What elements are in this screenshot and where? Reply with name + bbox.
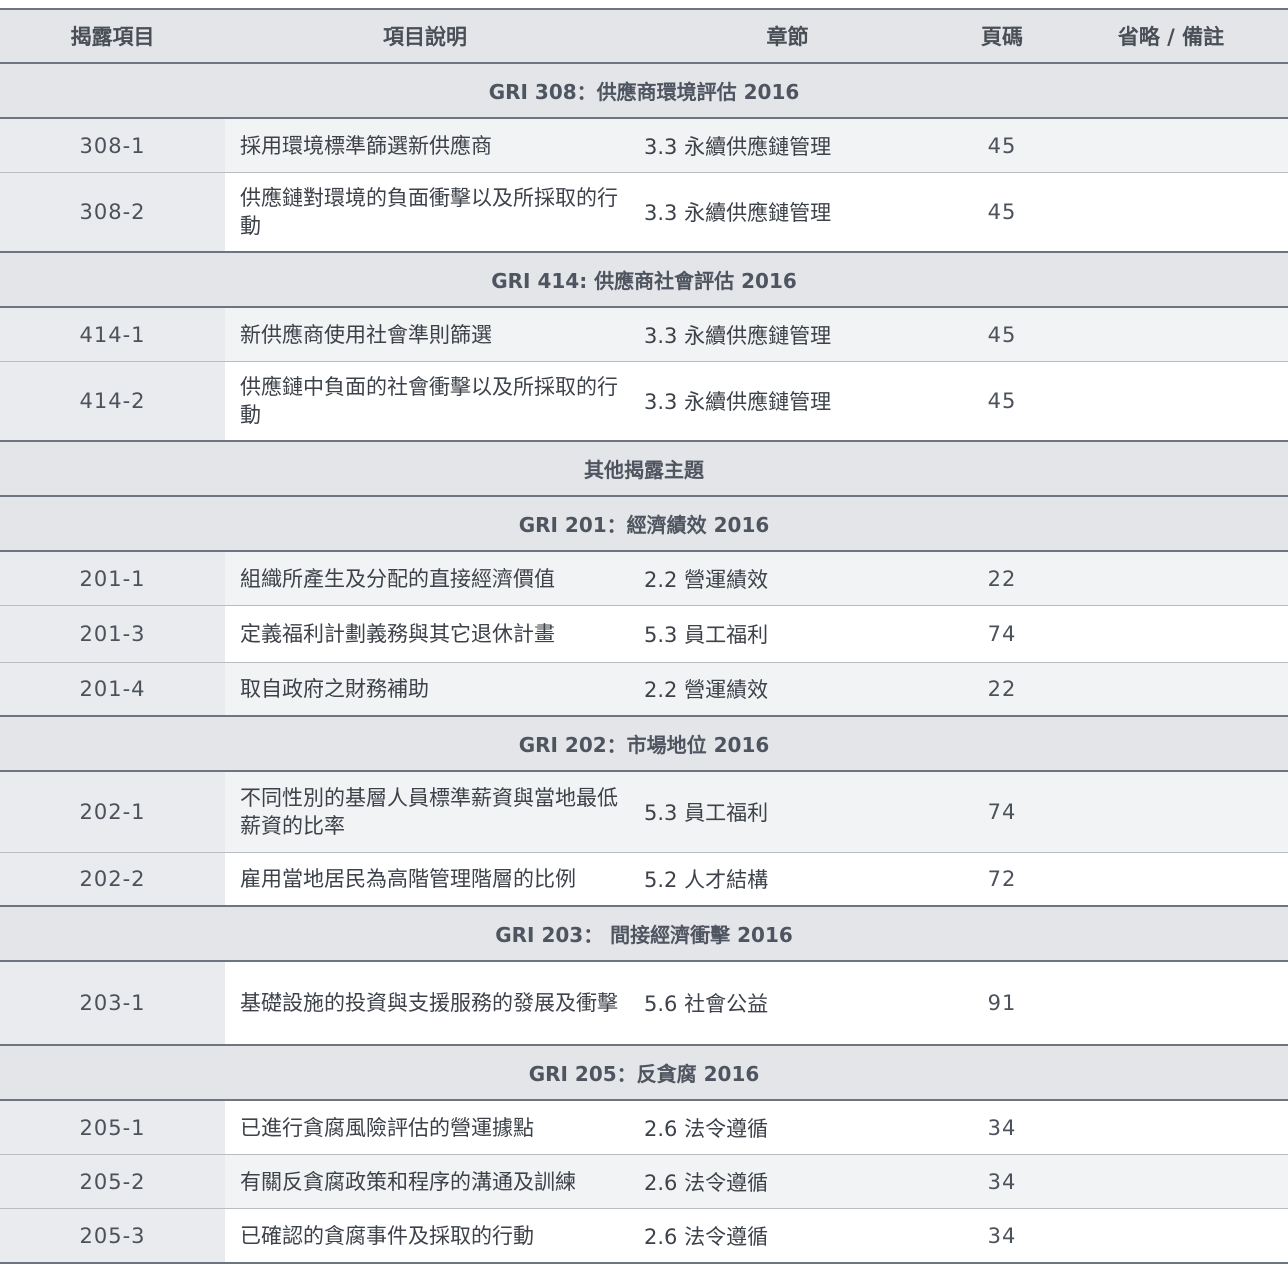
row-chapter: 3.3 永續供應鏈管理 (625, 308, 950, 361)
row-note (1054, 1101, 1288, 1154)
row-chapter: 3.3 永續供應鏈管理 (625, 362, 950, 440)
row-code: 414-2 (0, 362, 225, 440)
row-chapter: 2.6 法令遵循 (625, 1155, 950, 1208)
row-description: 採用環境標準篩選新供應商 (225, 119, 625, 172)
row-description: 取自政府之財務補助 (225, 663, 625, 715)
row-code: 205-2 (0, 1155, 225, 1208)
table-row: 205-2 有關反貪腐政策和程序的溝通及訓練 2.6 法令遵循 34 (0, 1155, 1288, 1209)
table-row: 202-2 雇用當地居民為高階管理階層的比例 5.2 人才結構 72 (0, 853, 1288, 907)
row-code: 202-2 (0, 853, 225, 905)
row-chapter: 5.3 員工福利 (625, 606, 950, 662)
header-note: 省略 / 備註 (1117, 25, 1225, 49)
header-chapter: 章節 (766, 25, 809, 49)
table-row: 414-1 新供應商使用社會準則篩選 3.3 永續供應鏈管理 45 (0, 308, 1288, 362)
row-page: 34 (950, 1155, 1054, 1208)
row-note (1054, 362, 1288, 440)
row-code: 205-3 (0, 1209, 225, 1262)
row-note (1054, 962, 1288, 1044)
table-header-row: 揭露項目 項目說明 章節 頁碼 省略 / 備註 (0, 8, 1288, 64)
row-page: 45 (950, 173, 1054, 251)
row-description: 定義福利計劃義務與其它退休計畫 (225, 606, 625, 662)
section-heading-gri-308: GRI 308：供應商環境評估 2016 (0, 64, 1288, 119)
row-description: 雇用當地居民為高階管理階層的比例 (225, 853, 625, 905)
row-description: 供應鏈中負面的社會衝擊以及所採取的行動 (225, 362, 625, 440)
table-row: 201-1 組織所產生及分配的直接經濟價值 2.2 營運績效 22 (0, 552, 1288, 606)
table-row: 202-1 不同性別的基層人員標準薪資與當地最低薪資的比率 5.3 員工福利 7… (0, 772, 1288, 853)
row-chapter: 3.3 永續供應鏈管理 (625, 173, 950, 251)
row-page: 22 (950, 663, 1054, 715)
table-row: 203-1 基礎設施的投資與支援服務的發展及衝擊 5.6 社會公益 91 (0, 962, 1288, 1046)
gri-index-table: 揭露項目 項目說明 章節 頁碼 省略 / 備註 GRI 308：供應商環境評估 … (0, 8, 1288, 1264)
row-chapter: 5.3 員工福利 (625, 772, 950, 852)
section-heading-gri-203: GRI 203： 間接經濟衝擊 2016 (0, 907, 1288, 962)
row-page: 91 (950, 962, 1054, 1044)
row-note (1054, 1209, 1288, 1262)
row-chapter: 2.2 營運績效 (625, 552, 950, 605)
table-row: 201-4 取自政府之財務補助 2.2 營運績效 22 (0, 663, 1288, 717)
row-page: 45 (950, 362, 1054, 440)
row-page: 74 (950, 772, 1054, 852)
row-note (1054, 173, 1288, 251)
row-code: 414-1 (0, 308, 225, 361)
row-note (1054, 663, 1288, 715)
row-page: 45 (950, 119, 1054, 172)
row-code: 201-1 (0, 552, 225, 605)
row-code: 201-3 (0, 606, 225, 662)
row-note (1054, 119, 1288, 172)
table-row: 414-2 供應鏈中負面的社會衝擊以及所採取的行動 3.3 永續供應鏈管理 45 (0, 362, 1288, 442)
section-heading-gri-202: GRI 202：市場地位 2016 (0, 717, 1288, 772)
row-description: 新供應商使用社會準則篩選 (225, 308, 625, 361)
table-row: 308-1 採用環境標準篩選新供應商 3.3 永續供應鏈管理 45 (0, 119, 1288, 173)
row-note (1054, 1155, 1288, 1208)
row-code: 203-1 (0, 962, 225, 1044)
row-note (1054, 308, 1288, 361)
row-description: 已確認的貪腐事件及採取的行動 (225, 1209, 625, 1262)
row-page: 72 (950, 853, 1054, 905)
row-description: 有關反貪腐政策和程序的溝通及訓練 (225, 1155, 625, 1208)
section-heading-gri-201: GRI 201：經濟績效 2016 (0, 497, 1288, 552)
section-heading-gri-414: GRI 414: 供應商社會評估 2016 (0, 253, 1288, 308)
row-code: 201-4 (0, 663, 225, 715)
row-chapter: 3.3 永續供應鏈管理 (625, 119, 950, 172)
row-page: 45 (950, 308, 1054, 361)
header-page: 頁碼 (981, 25, 1023, 49)
row-chapter: 2.6 法令遵循 (625, 1101, 950, 1154)
row-code: 308-2 (0, 173, 225, 251)
row-chapter: 2.2 營運績效 (625, 663, 950, 715)
row-chapter: 5.2 人才結構 (625, 853, 950, 905)
row-code: 308-1 (0, 119, 225, 172)
row-description: 組織所產生及分配的直接經濟價值 (225, 552, 625, 605)
row-code: 205-1 (0, 1101, 225, 1154)
header-description: 項目說明 (383, 25, 467, 49)
section-heading-gri-205: GRI 205：反貪腐 2016 (0, 1046, 1288, 1101)
row-code: 202-1 (0, 772, 225, 852)
row-page: 74 (950, 606, 1054, 662)
header-code: 揭露項目 (70, 25, 155, 49)
table-row: 201-3 定義福利計劃義務與其它退休計畫 5.3 員工福利 74 (0, 606, 1288, 663)
row-page: 34 (950, 1209, 1054, 1262)
row-description: 供應鏈對環境的負面衝擊以及所採取的行動 (225, 173, 625, 251)
row-description: 已進行貪腐風險評估的營運據點 (225, 1101, 625, 1154)
row-description: 不同性別的基層人員標準薪資與當地最低薪資的比率 (225, 772, 625, 852)
table-row: 205-1 已進行貪腐風險評估的營運據點 2.6 法令遵循 34 (0, 1101, 1288, 1155)
row-note (1054, 772, 1288, 852)
row-note (1054, 552, 1288, 605)
row-chapter: 5.6 社會公益 (625, 962, 950, 1044)
row-note (1054, 853, 1288, 905)
row-chapter: 2.6 法令遵循 (625, 1209, 950, 1262)
row-page: 22 (950, 552, 1054, 605)
row-page: 34 (950, 1101, 1054, 1154)
row-description: 基礎設施的投資與支援服務的發展及衝擊 (225, 962, 625, 1044)
section-heading-other-topics: 其他揭露主題 (0, 442, 1288, 497)
table-row: 308-2 供應鏈對環境的負面衝擊以及所採取的行動 3.3 永續供應鏈管理 45 (0, 173, 1288, 253)
row-note (1054, 606, 1288, 662)
table-row: 205-3 已確認的貪腐事件及採取的行動 2.6 法令遵循 34 (0, 1209, 1288, 1264)
